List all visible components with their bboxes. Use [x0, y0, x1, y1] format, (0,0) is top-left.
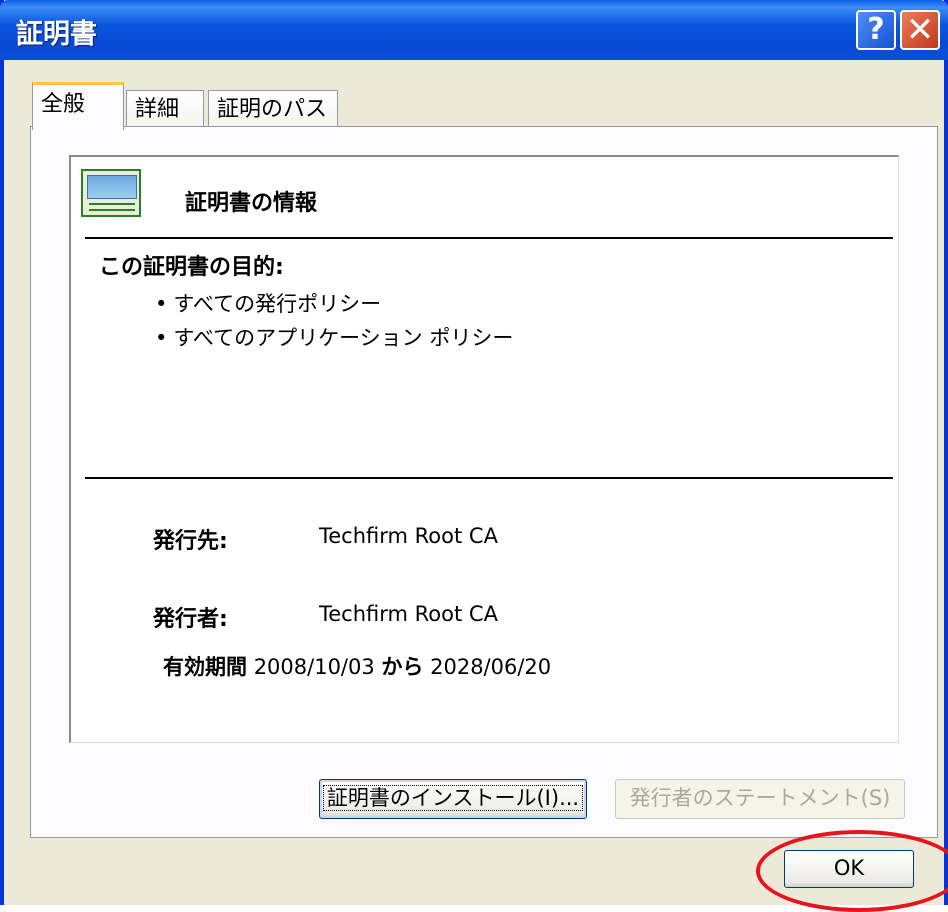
valid-from: 2008/10/03: [253, 655, 375, 679]
issuer-statement-button[interactable]: 発行者のステートメント(S): [615, 779, 905, 819]
install-certificate-label: 証明書のインストール(I)...: [322, 785, 584, 811]
issued-to-value: Techfirm Root CA: [319, 524, 498, 548]
tab-certification-path[interactable]: 証明のパス: [208, 90, 338, 130]
general-tab-panel: 証明書の情報 この証明書の目的: すべての発行ポリシー すべてのアプリケーション…: [30, 126, 938, 838]
window-title: 証明書: [16, 19, 97, 50]
info-heading: 証明書の情報: [185, 191, 318, 216]
certificate-info-box: 証明書の情報 この証明書の目的: すべての発行ポリシー すべてのアプリケーション…: [69, 155, 899, 743]
certificate-dialog: 証明書 ? ✕ 全般 詳細 証明のパス 証明書の情報 この証明書の目的: すべて…: [0, 0, 948, 912]
purpose-list: すべての発行ポリシー すべてのアプリケーション ポリシー: [155, 287, 513, 355]
from-to-word: から: [381, 655, 424, 679]
purpose-title: この証明書の目的:: [99, 255, 284, 280]
purpose-item: すべての発行ポリシー: [155, 287, 513, 321]
divider: [85, 237, 893, 239]
valid-to: 2028/06/20: [430, 655, 552, 679]
validity-label: 有効期間: [163, 655, 247, 679]
tab-details[interactable]: 詳細: [126, 90, 204, 130]
install-certificate-button[interactable]: 証明書のインストール(I)...: [319, 779, 587, 819]
divider: [85, 477, 893, 479]
purpose-item: すべてのアプリケーション ポリシー: [155, 321, 513, 355]
issued-by-value: Techfirm Root CA: [319, 602, 498, 626]
issued-to-label: 発行先:: [153, 529, 228, 554]
tab-general[interactable]: 全般: [32, 82, 124, 130]
close-button[interactable]: ✕: [900, 10, 940, 50]
certificate-icon: [81, 169, 141, 217]
ok-button[interactable]: OK: [784, 850, 914, 888]
issued-by-label: 発行者:: [153, 607, 228, 632]
title-bar[interactable]: 証明書 ? ✕: [0, 0, 948, 60]
validity-period: 有効期間 2008/10/03 から 2028/06/20: [163, 651, 551, 681]
help-button[interactable]: ?: [856, 10, 896, 50]
